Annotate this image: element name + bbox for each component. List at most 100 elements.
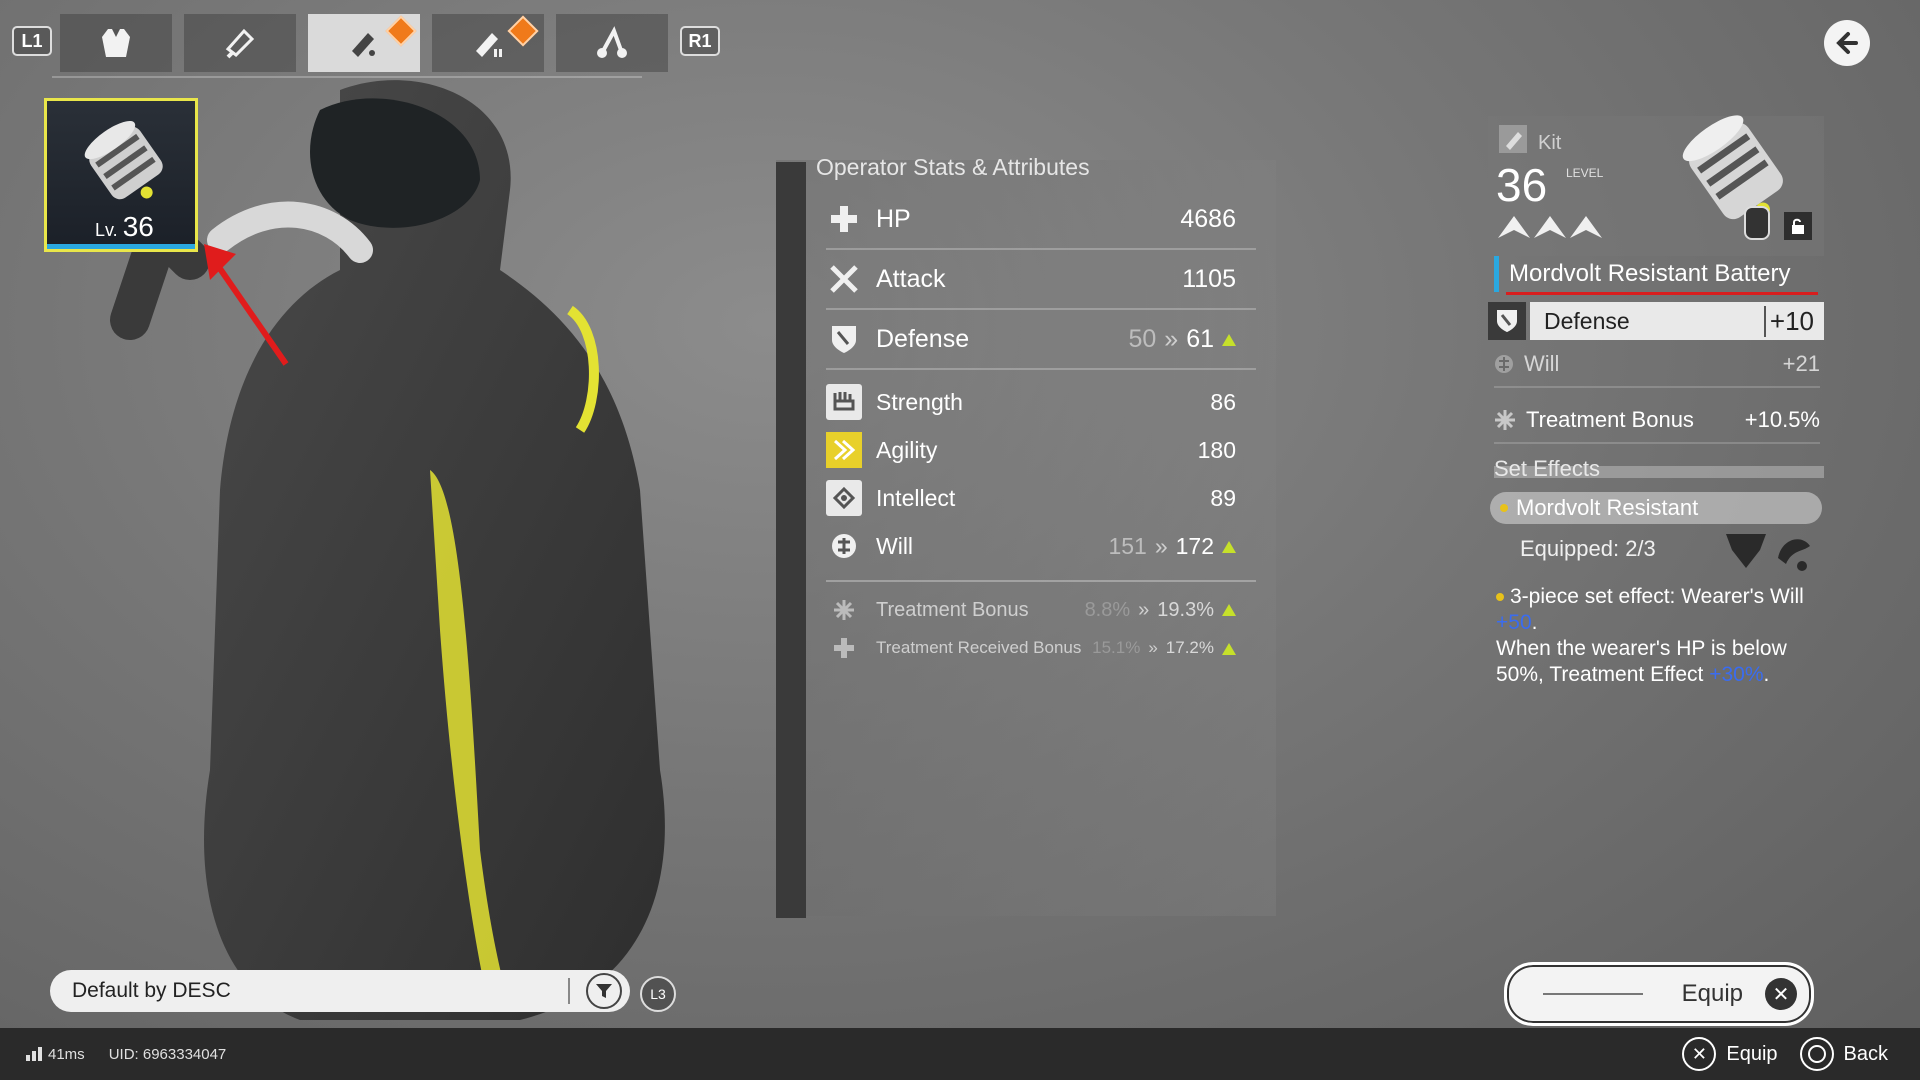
equip-progress-line <box>1543 993 1643 995</box>
battery-icon <box>84 121 163 200</box>
stat-row-intellect: Intellect 89 <box>826 474 1256 522</box>
stat-old-value: 50 <box>1128 324 1157 353</box>
stat-value: +10.5% <box>1744 407 1820 432</box>
increase-triangle-icon <box>1222 642 1236 655</box>
increase-triangle-icon <box>1222 333 1236 346</box>
stat-change-arrow: » <box>1148 638 1158 657</box>
stat-value-change: 15.1% » 17.2% <box>1092 638 1236 658</box>
new-badge-icon <box>385 15 417 47</box>
stat-value: 89 <box>1210 484 1236 511</box>
l1-button[interactable]: L1 <box>12 26 52 56</box>
stat-row-defense: Defense 50» 61 <box>826 310 1256 370</box>
primary-stat-value: +10 <box>1763 305 1814 337</box>
equip-label: Equip <box>1681 980 1743 1007</box>
stat-row-will: Will 151 » 172 <box>826 522 1256 570</box>
kit-type-icon <box>1499 125 1527 153</box>
tab-armor[interactable] <box>60 14 172 72</box>
red-underline-annotation <box>1506 292 1818 295</box>
level-value: 36 <box>122 211 154 242</box>
r1-button[interactable]: R1 <box>680 26 720 56</box>
equip-button[interactable]: Equip ✕ <box>1504 962 1814 1026</box>
stat-name: Strength <box>876 388 963 415</box>
stat-change-arrow: » <box>1164 324 1179 353</box>
gear-primary-stat: Defense +10 <box>1488 302 1824 340</box>
l3-button[interactable]: L3 <box>640 976 676 1012</box>
stat-value: 180 <box>1197 436 1236 463</box>
stat-name: Treatment Bonus <box>1526 407 1694 432</box>
will-icon <box>826 528 862 564</box>
level-prefix: Lv. <box>95 220 118 240</box>
stat-name: HP <box>876 204 911 233</box>
stat-row-treatment-bonus: Treatment Bonus 8.8% » 19.3% <box>826 592 1256 628</box>
stat-value: 1105 <box>1182 264 1236 293</box>
intellect-icon <box>826 480 862 516</box>
item-tile-rarity-bar <box>47 244 195 249</box>
stat-name: Treatment Received Bonus <box>876 638 1082 657</box>
equip-hint[interactable]: ✕ Equip <box>1682 1037 1778 1071</box>
effect-value-b: +30% <box>1709 663 1764 686</box>
stats-panel-side-strip <box>776 162 806 918</box>
rarity-icons <box>1498 216 1602 238</box>
filter-button[interactable] <box>586 973 622 1009</box>
sort-separator <box>568 978 570 1004</box>
stat-row-strength: Strength 86 <box>826 378 1256 426</box>
effect-value-a: +50 <box>1496 611 1532 634</box>
stat-name: Will <box>1524 351 1560 376</box>
increase-triangle-icon <box>1222 604 1236 617</box>
tab-kit-2[interactable] <box>432 14 544 72</box>
stat-name: Defense <box>876 324 970 353</box>
set-piece-icons <box>1726 534 1810 571</box>
treatment-bonus-icon <box>1495 410 1515 430</box>
stat-row-agility: Agility 180 <box>826 426 1256 474</box>
unlock-button[interactable] <box>1784 212 1812 240</box>
treatment-bonus-icon <box>826 592 862 628</box>
gear-name: Mordvolt Resistant Battery <box>1494 256 1820 292</box>
back-arrow-button[interactable] <box>1824 20 1870 66</box>
stat-value: 4686 <box>1180 204 1236 233</box>
stat-name: Attack <box>876 264 946 293</box>
set-equipped-count: Equipped: 2/3 <box>1520 536 1656 561</box>
back-hint[interactable]: Back <box>1799 1037 1888 1071</box>
stat-value-change: 151 » 172 <box>1108 533 1236 560</box>
kit-2-icon <box>476 33 502 57</box>
gear-secondary-stat-will: Will +21 <box>1494 342 1820 388</box>
stat-new-value: 17.2% <box>1165 638 1214 657</box>
set-effects-title: Set Effects <box>1494 456 1600 481</box>
set-name: Mordvolt Resistant <box>1516 495 1699 520</box>
stat-row-attack: Attack 1105 <box>826 250 1256 310</box>
primary-stat-name: Defense <box>1544 307 1630 334</box>
strength-icon <box>826 384 862 420</box>
gear-secondary-stat-treatment-bonus: Treatment Bonus +10.5% <box>1494 398 1820 444</box>
footer-bar: 41ms UID: 6963334047 ✕ Equip Back <box>0 1028 1920 1080</box>
signal-bars-icon <box>26 1047 42 1061</box>
increase-triangle-icon <box>1222 541 1236 554</box>
cross-button-icon: ✕ <box>1765 978 1797 1010</box>
stat-old-value: 151 <box>1108 532 1147 559</box>
gear-level-label: LEVEL <box>1566 166 1604 180</box>
tab-kit-active[interactable] <box>308 14 420 72</box>
user-id: UID: 6963334047 <box>108 1045 227 1063</box>
padlock-icon <box>1792 218 1804 234</box>
tab-gloves[interactable] <box>184 14 296 72</box>
sort-dropdown[interactable]: Default by DESC <box>50 970 630 1012</box>
bullet-dot-icon <box>1500 504 1508 512</box>
primary-stat-box: Defense +10 <box>1530 302 1824 340</box>
stat-new-value: 61 <box>1186 324 1214 353</box>
ping-indicator: 41ms <box>26 1046 85 1063</box>
selected-item-tile[interactable]: Lv. 36 <box>44 98 198 252</box>
will-icon <box>1495 355 1513 373</box>
stat-row-treatment-received-bonus: Treatment Received Bonus 15.1% » 17.2% <box>826 630 1256 666</box>
stat-change-arrow: » <box>1154 532 1168 559</box>
weapon-icon <box>597 26 627 58</box>
tab-weapon[interactable] <box>556 14 668 72</box>
stat-value: +21 <box>1782 351 1820 376</box>
equip-hint-label: Equip <box>1726 1042 1778 1065</box>
stat-name: Treatment Bonus <box>876 598 1029 621</box>
ping-value: 41ms <box>48 1045 85 1063</box>
lock-capsule-icon[interactable] <box>1744 206 1770 240</box>
stat-name: Intellect <box>876 484 956 511</box>
defense-shield-icon <box>1488 302 1526 340</box>
kit-icon <box>352 33 375 57</box>
set-effect-description: 3-piece set effect: Wearer's Will +50. W… <box>1496 585 1804 686</box>
stat-value: 86 <box>1210 388 1236 415</box>
